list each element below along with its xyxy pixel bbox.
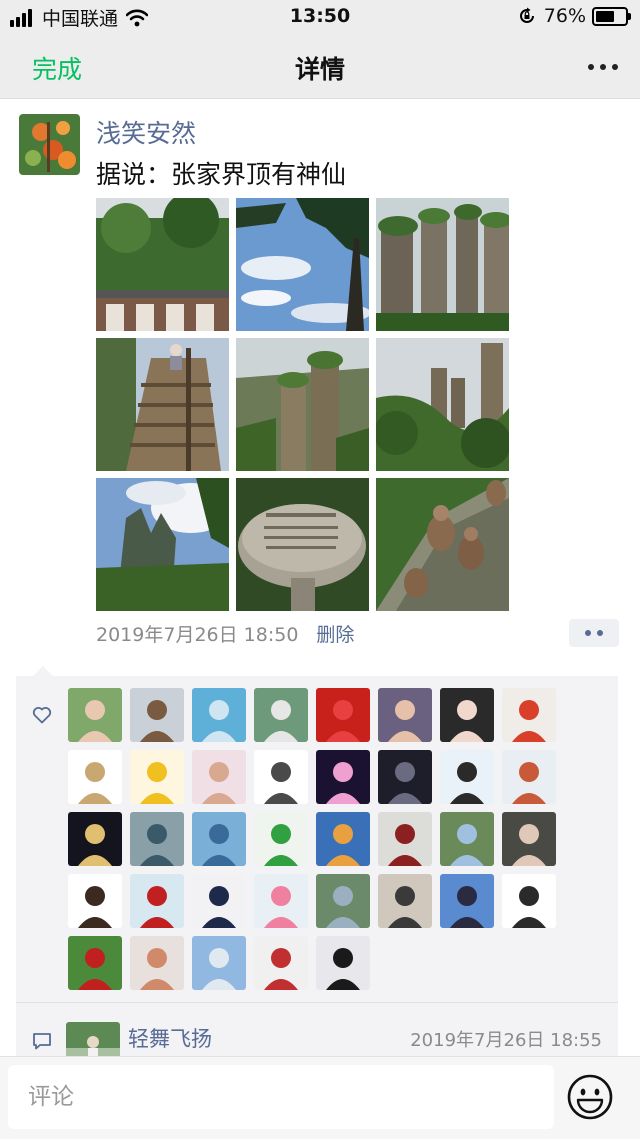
liker-avatar[interactable]: [502, 688, 556, 742]
liker-avatar[interactable]: [254, 812, 308, 866]
liker-avatar[interactable]: [440, 688, 494, 742]
done-button[interactable]: 完成: [32, 50, 82, 86]
liker-avatar[interactable]: [502, 750, 556, 804]
liker-avatar[interactable]: [130, 936, 184, 990]
liker-avatar[interactable]: [254, 688, 308, 742]
liker-avatar[interactable]: [68, 874, 122, 928]
author-avatar[interactable]: [19, 114, 80, 175]
liker-avatar[interactable]: [316, 688, 370, 742]
photo-green-peaks[interactable]: [376, 338, 509, 471]
smiley-icon[interactable]: [566, 1073, 614, 1121]
liker-avatar[interactable]: [130, 688, 184, 742]
liker-avatar[interactable]: [192, 874, 246, 928]
liker-avatar[interactable]: [502, 812, 556, 866]
comment-input-bar: [0, 1056, 640, 1139]
panel-divider: [16, 1002, 618, 1003]
post-timestamp: 2019年7月26日 18:50: [96, 624, 299, 646]
like-comment-menu-button[interactable]: [569, 619, 619, 647]
likes-comments-panel: 轻舞飞扬 2019年7月26日 18:55: [16, 666, 618, 1066]
liker-avatar[interactable]: [68, 936, 122, 990]
liker-avatar[interactable]: [130, 812, 184, 866]
liker-avatar[interactable]: [192, 688, 246, 742]
liker-avatar[interactable]: [254, 874, 308, 928]
liker-avatar[interactable]: [316, 750, 370, 804]
liker-avatar[interactable]: [378, 874, 432, 928]
more-dots-icon[interactable]: [582, 64, 618, 70]
photo-grid: [96, 198, 510, 611]
photo-cliff-pillars[interactable]: [376, 198, 509, 331]
liker-avatar[interactable]: [440, 812, 494, 866]
comment-bubble-icon: [33, 1033, 51, 1050]
liker-avatar[interactable]: [378, 812, 432, 866]
photo-building-forest[interactable]: [96, 198, 229, 331]
liker-avatar[interactable]: [130, 750, 184, 804]
photo-monkeys[interactable]: [376, 478, 509, 611]
liker-avatar[interactable]: [316, 936, 370, 990]
post-text: 据说：张家界顶有神仙: [96, 160, 347, 189]
rotation-lock-icon: [519, 7, 534, 23]
liker-avatar[interactable]: [378, 750, 432, 804]
status-right: 76%: [518, 5, 631, 27]
liker-avatar[interactable]: [440, 874, 494, 928]
photo-mountain-valley[interactable]: [236, 338, 369, 471]
liker-avatar[interactable]: [502, 874, 556, 928]
comment-input[interactable]: [8, 1065, 554, 1129]
photo-pine-sky[interactable]: [236, 198, 369, 331]
liker-avatar[interactable]: [316, 874, 370, 928]
liker-avatar[interactable]: [378, 688, 432, 742]
comment-author-name[interactable]: 轻舞飞扬: [128, 1023, 212, 1053]
nav-bar: 完成 详情: [0, 34, 640, 99]
likes-avatar-grid: [68, 688, 568, 990]
battery-percent: 76%: [543, 5, 586, 27]
liker-avatar[interactable]: [68, 750, 122, 804]
status-bar: 中国联通 13:50 76%: [0, 0, 640, 34]
liker-avatar[interactable]: [192, 750, 246, 804]
post-meta: 2019年7月26日 18:50 删除: [96, 620, 354, 647]
heart-outline-icon: [32, 707, 52, 724]
liker-avatar[interactable]: [68, 688, 122, 742]
delete-link[interactable]: 删除: [316, 620, 354, 647]
photo-rock-clouds[interactable]: [96, 478, 229, 611]
page-title: 详情: [294, 55, 345, 84]
liker-avatar[interactable]: [440, 750, 494, 804]
liker-avatar[interactable]: [192, 936, 246, 990]
liker-avatar[interactable]: [130, 874, 184, 928]
liker-avatar[interactable]: [254, 750, 308, 804]
comment-time: 2019年7月26日 18:55: [410, 1030, 602, 1051]
liker-avatar[interactable]: [68, 812, 122, 866]
liker-avatar[interactable]: [316, 812, 370, 866]
liker-avatar[interactable]: [254, 936, 308, 990]
liker-avatar[interactable]: [192, 812, 246, 866]
battery-icon: [592, 6, 631, 26]
post-author-name[interactable]: 浅笑安然: [96, 114, 196, 150]
photo-engraved-stone[interactable]: [236, 478, 369, 611]
photo-wooden-stairs[interactable]: [96, 338, 229, 471]
